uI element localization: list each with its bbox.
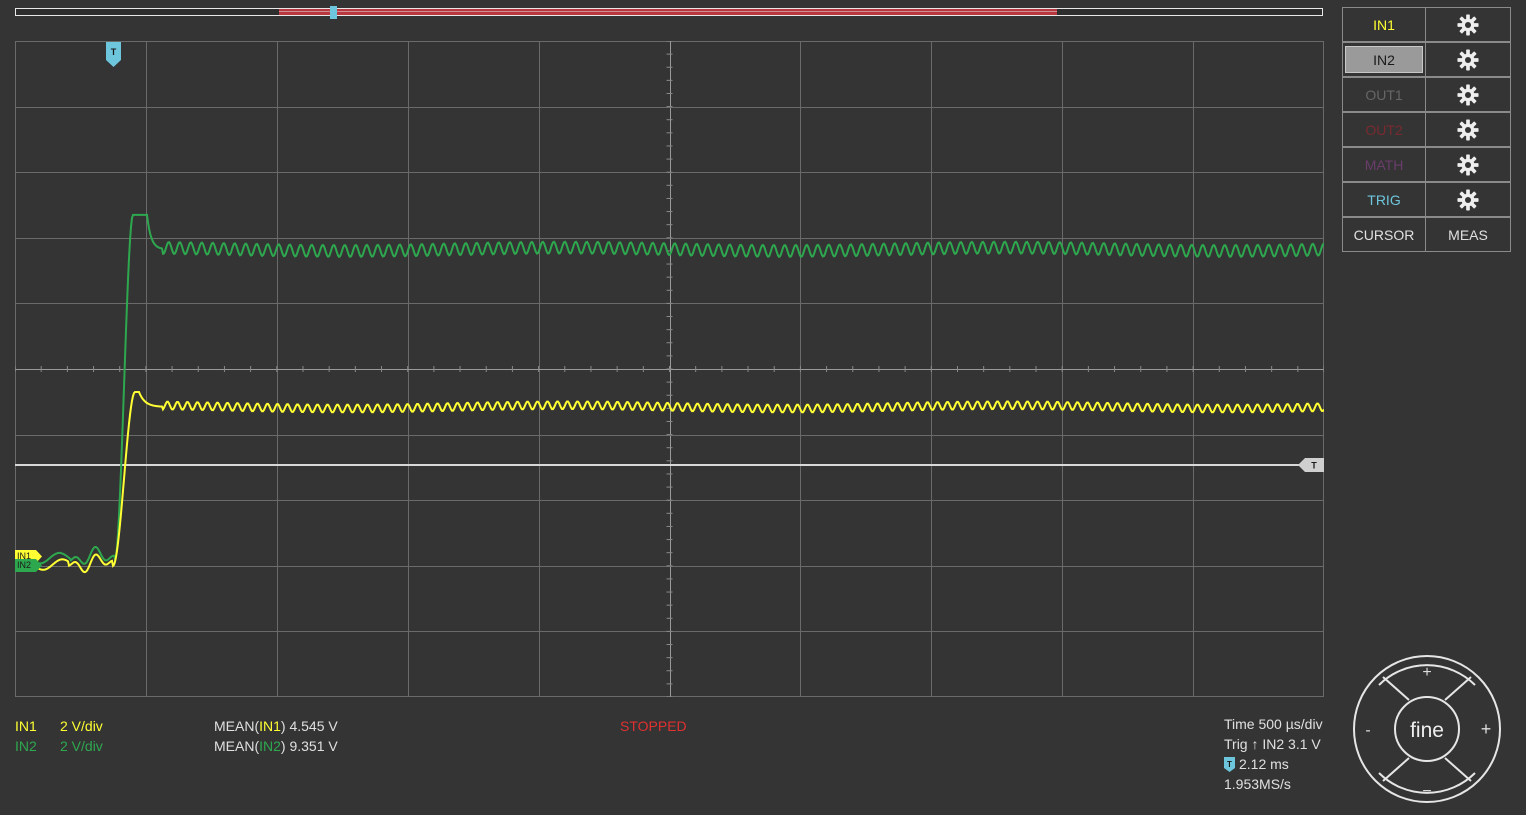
trigger-offset: T 2.12 ms [1224, 754, 1323, 774]
in2-name: IN2 [15, 738, 37, 754]
trig-value: IN2 3.1 V [1262, 736, 1321, 752]
in1-info: IN1 2 V/div [15, 716, 103, 736]
trig-button[interactable]: TRIG [1342, 182, 1426, 217]
visible-window-line [279, 11, 1057, 12]
trigger-level-marker[interactable]: T [1298, 458, 1324, 472]
out2-button[interactable]: OUT2 [1342, 112, 1426, 147]
fine-label: fine [1410, 719, 1444, 742]
in2-mean-measurement: MEAN(IN2) 9.351 V [214, 736, 338, 756]
meas2-prefix: MEAN( [214, 738, 260, 754]
cursor-button[interactable]: CURSOR [1342, 217, 1426, 252]
in2-offset-marker[interactable]: IN2 [15, 559, 43, 572]
grid [15, 41, 1324, 697]
trig-settings-button[interactable] [1425, 182, 1511, 217]
in2-scale: 2 V/div [60, 738, 103, 754]
sample-rate: 1.953MS/s [1224, 776, 1291, 792]
fine-adjust-dial: fine + − - + [1353, 655, 1501, 803]
trigger-info: Trig ↑ IN2 3.1 V [1224, 734, 1323, 754]
in2-settings-button[interactable] [1425, 42, 1511, 77]
dial-down-icon[interactable]: − [1422, 783, 1431, 800]
scope-display[interactable] [15, 41, 1324, 697]
trigger-badge-icon: T [1224, 757, 1235, 772]
meas2-channel: IN2 [259, 738, 281, 754]
math-button[interactable]: MATH [1342, 147, 1426, 182]
in1-button[interactable]: IN1 [1342, 7, 1426, 42]
gear-icon [1457, 13, 1479, 36]
gear-icon [1457, 153, 1479, 176]
gear-icon [1457, 188, 1479, 211]
in1-name: IN1 [15, 718, 37, 734]
svg-text:T: T [1227, 760, 1232, 769]
panel-row-out2: OUT2 [1342, 112, 1512, 147]
gear-icon [1457, 118, 1479, 141]
dial-left-icon[interactable]: - [1365, 722, 1370, 739]
dial-up-icon[interactable]: + [1422, 664, 1431, 681]
visible-window[interactable] [279, 9, 1057, 15]
gear-icon [1457, 83, 1479, 106]
meas1-channel: IN1 [259, 718, 281, 734]
dial-right-icon[interactable]: + [1481, 719, 1492, 739]
in2-info: IN2 2 V/div [15, 736, 103, 756]
panel-row-trig: TRIG [1342, 182, 1512, 217]
acquisition-status: STOPPED [620, 718, 687, 734]
in1-label: IN1 [1373, 16, 1395, 33]
panel-row-in2: IN2 [1342, 42, 1512, 77]
in2-marker-label: IN2 [17, 560, 32, 570]
timebase-info: Time 500 µs/div Trig ↑ IN2 3.1 V T 2.12 … [1224, 714, 1323, 794]
in2-label: IN2 [1345, 46, 1423, 73]
in2-button[interactable]: IN2 [1342, 42, 1426, 77]
meas-button-label: MEAS [1448, 226, 1488, 243]
out1-button[interactable]: OUT1 [1342, 77, 1426, 112]
panel-row-out1: OUT1 [1342, 77, 1512, 112]
gear-icon [1457, 48, 1479, 71]
in2-waveform [15, 213, 1324, 565]
trigger-time-marker[interactable]: T [106, 42, 121, 68]
math-label: MATH [1364, 156, 1404, 173]
panel-row-math: MATH [1342, 147, 1512, 182]
meas2-value: ) 9.351 V [280, 738, 338, 754]
meas-button[interactable]: MEAS [1425, 217, 1511, 252]
time-position-bar[interactable] [15, 6, 1323, 19]
panel-row-tools: CURSOR MEAS [1342, 217, 1512, 252]
control-panel: IN1 IN2 OUT1 OUT2 MATH TRIG CURSOR MEAS [1342, 7, 1512, 252]
trig-offset-value: 2.12 ms [1239, 756, 1289, 772]
out1-label: OUT1 [1365, 86, 1403, 103]
out1-settings-button[interactable] [1425, 77, 1511, 112]
meas1-value: ) 4.545 V [280, 718, 338, 734]
out2-label: OUT2 [1365, 121, 1403, 138]
trigger-level-label: T [1311, 461, 1317, 471]
trig-prefix: Trig [1224, 736, 1248, 752]
cursor-button-label: CURSOR [1353, 226, 1415, 243]
trigger-time-label: T [111, 47, 117, 57]
trig-label: TRIG [1367, 191, 1401, 208]
in1-scale: 2 V/div [60, 718, 103, 734]
math-settings-button[interactable] [1425, 147, 1511, 182]
trigger-position-marker[interactable] [330, 6, 337, 19]
in1-settings-button[interactable] [1425, 7, 1511, 42]
time-per-div: Time 500 µs/div [1224, 716, 1323, 732]
trig-edge-icon: ↑ [1251, 736, 1259, 752]
panel-row-in1: IN1 [1342, 7, 1512, 42]
meas1-prefix: MEAN( [214, 718, 260, 734]
in1-waveform [15, 391, 1324, 574]
in1-mean-measurement: MEAN(IN1) 4.545 V [214, 716, 338, 736]
out2-settings-button[interactable] [1425, 112, 1511, 147]
